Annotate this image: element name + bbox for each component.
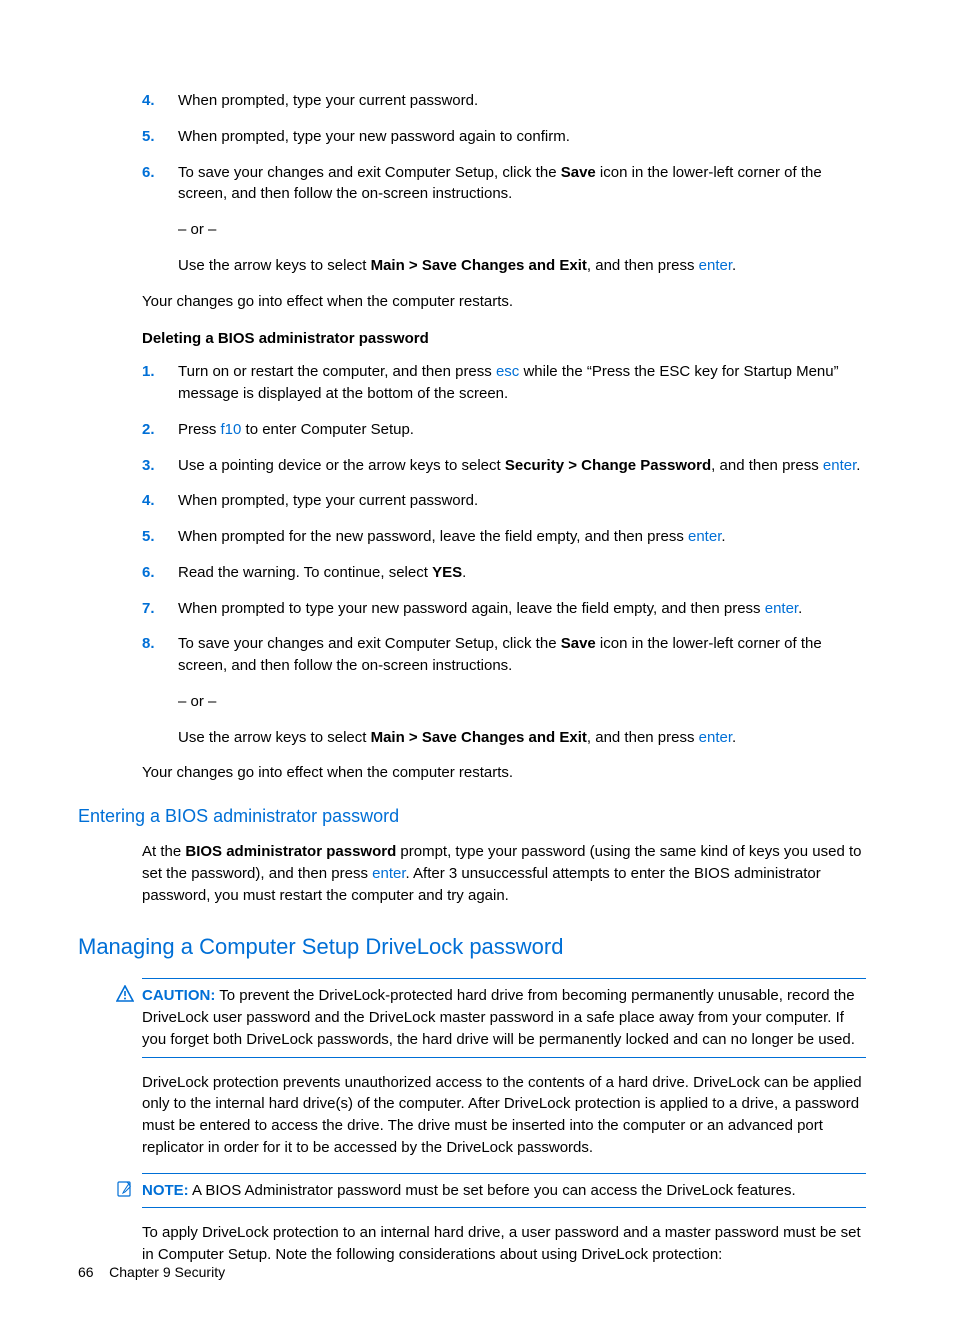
note-icon <box>116 1180 134 1205</box>
note-body: A BIOS Administrator password must be se… <box>192 1182 796 1199</box>
caution-label: CAUTION: <box>142 987 215 1004</box>
list-number: 8. <box>142 633 155 655</box>
list-item: 2. Press f10 to enter Computer Setup. <box>142 419 866 441</box>
ordered-list-1: 4. When prompted, type your current passw… <box>142 90 866 277</box>
paragraph: Your changes go into effect when the com… <box>142 762 866 784</box>
list-item: 7. When prompted to type your new passwor… <box>142 598 866 620</box>
list-body: To save your changes and exit Computer S… <box>178 635 866 748</box>
heading-entering-bios: Entering a BIOS administrator password <box>78 806 866 827</box>
list-item: 5. When prompted, type your new password … <box>142 126 866 148</box>
note-label: NOTE: <box>142 1182 189 1199</box>
list-body: When prompted, type your current passwor… <box>178 92 478 109</box>
list-number: 4. <box>142 490 155 512</box>
list-number: 1. <box>142 361 155 383</box>
list-item: 6. Read the warning. To continue, select … <box>142 562 866 584</box>
document-page: 4. When prompted, type your current passw… <box>0 0 954 1330</box>
list-body: Press f10 to enter Computer Setup. <box>178 421 414 438</box>
list-item: 4. When prompted, type your current passw… <box>142 490 866 512</box>
list-body: When prompted to type your new password … <box>178 600 802 617</box>
list-body: When prompted, type your current passwor… <box>178 492 478 509</box>
list-number: 2. <box>142 419 155 441</box>
paragraph: To apply DriveLock protection to an inte… <box>142 1222 866 1266</box>
subheading-deleting: Deleting a BIOS administrator password <box>142 330 866 347</box>
list-body: Turn on or restart the computer, and the… <box>178 363 839 402</box>
list-number: 5. <box>142 126 155 148</box>
ordered-list-2: 1. Turn on or restart the computer, and t… <box>142 361 866 748</box>
list-body: When prompted, type your new password ag… <box>178 128 570 145</box>
list-body: When prompted for the new password, leav… <box>178 528 726 545</box>
list-number: 4. <box>142 90 155 112</box>
list-item: 8. To save your changes and exit Computer… <box>142 633 866 748</box>
page-number: 66 <box>78 1264 94 1280</box>
list-number: 6. <box>142 562 155 584</box>
list-item: 6. To save your changes and exit Computer… <box>142 162 866 277</box>
list-body: To save your changes and exit Computer S… <box>178 164 866 277</box>
list-item: 5. When prompted for the new password, le… <box>142 526 866 548</box>
caution-callout: CAUTION: To prevent the DriveLock-protec… <box>142 978 866 1057</box>
page-footer: 66 Chapter 9 Security <box>78 1264 225 1280</box>
paragraph: Your changes go into effect when the com… <box>142 291 866 313</box>
caution-icon <box>116 985 134 1010</box>
list-number: 6. <box>142 162 155 184</box>
list-number: 3. <box>142 455 155 477</box>
list-item: 1. Turn on or restart the computer, and t… <box>142 361 866 405</box>
list-item: 3. Use a pointing device or the arrow key… <box>142 455 866 477</box>
list-body: Use a pointing device or the arrow keys … <box>178 457 860 474</box>
caution-body: To prevent the DriveLock-protected hard … <box>142 987 855 1048</box>
list-number: 5. <box>142 526 155 548</box>
paragraph: At the BIOS administrator password promp… <box>142 841 866 906</box>
list-body: Read the warning. To continue, select YE… <box>178 564 466 581</box>
note-callout: NOTE: A BIOS Administrator password must… <box>142 1173 866 1209</box>
heading-managing-drivelock: Managing a Computer Setup DriveLock pass… <box>78 934 866 960</box>
chapter-label: Chapter 9 Security <box>109 1264 225 1280</box>
paragraph: DriveLock protection prevents unauthoriz… <box>142 1072 866 1159</box>
list-item: 4. When prompted, type your current passw… <box>142 90 866 112</box>
list-number: 7. <box>142 598 155 620</box>
